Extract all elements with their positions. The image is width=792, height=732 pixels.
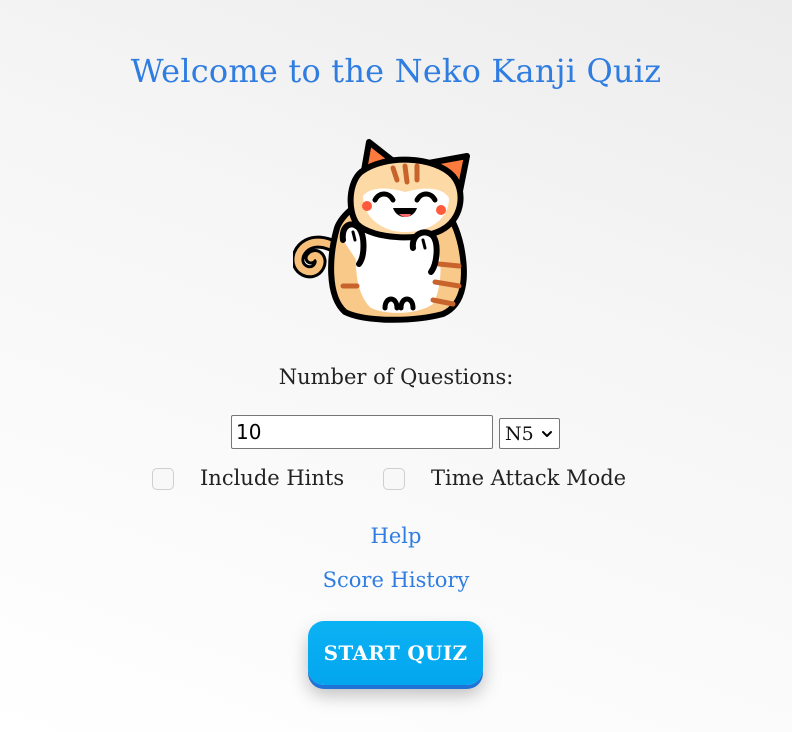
jlpt-level-select[interactable]: N5 xyxy=(499,418,560,449)
time-attack-checkbox[interactable] xyxy=(383,468,405,490)
start-quiz-button[interactable]: START QUIZ xyxy=(308,621,483,685)
score-history-link[interactable]: Score History xyxy=(0,568,792,592)
question-count-input[interactable] xyxy=(231,415,493,449)
questions-label: Number of Questions: xyxy=(278,365,514,389)
page-title: Welcome to the Neko Kanji Quiz xyxy=(130,52,662,90)
help-link[interactable]: Help xyxy=(0,524,792,548)
include-hints-checkbox[interactable] xyxy=(152,468,174,490)
include-hints-label: Include Hints xyxy=(200,466,345,490)
cat-mascot-icon xyxy=(293,139,470,323)
start-quiz-label: START QUIZ xyxy=(323,641,468,665)
time-attack-label: Time Attack Mode xyxy=(431,466,627,490)
level-select-value: N5 xyxy=(505,422,534,445)
chevron-down-icon xyxy=(542,431,552,437)
